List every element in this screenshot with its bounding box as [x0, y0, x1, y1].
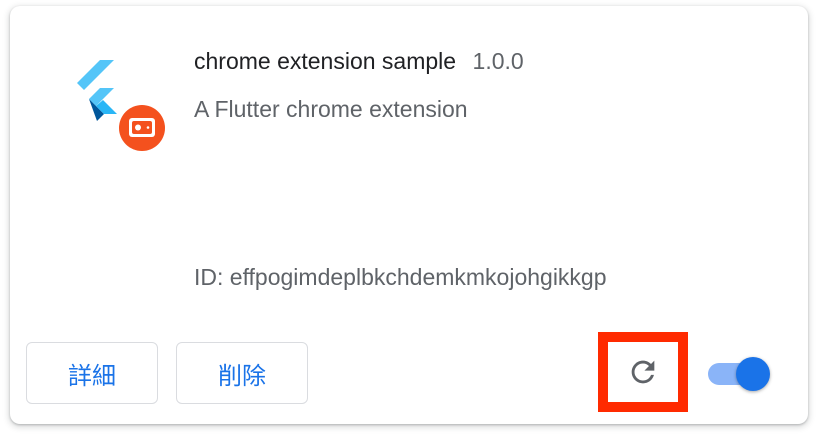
remove-button[interactable]: 削除 [176, 342, 308, 404]
extension-name: chrome extension sample [194, 48, 457, 74]
details-button[interactable]: 詳細 [26, 342, 158, 404]
toggle-knob [736, 357, 770, 391]
app-badge-icon [119, 105, 165, 151]
reload-highlight [598, 332, 688, 412]
extension-icon [72, 58, 168, 154]
flutter-logo-icon [77, 60, 117, 121]
reload-icon [631, 360, 655, 384]
extension-id: ID: effpogimdeplbkchdemkmkojohgikkgp [194, 264, 607, 290]
extension-card: chrome extension sample 1.0.0 A Flutter … [10, 6, 808, 424]
title-row: chrome extension sample 1.0.0 [194, 48, 524, 75]
extension-description: A Flutter chrome extension [194, 96, 468, 122]
reload-button[interactable] [608, 342, 678, 402]
enable-toggle[interactable] [708, 354, 770, 394]
extension-version: 1.0.0 [472, 48, 524, 74]
